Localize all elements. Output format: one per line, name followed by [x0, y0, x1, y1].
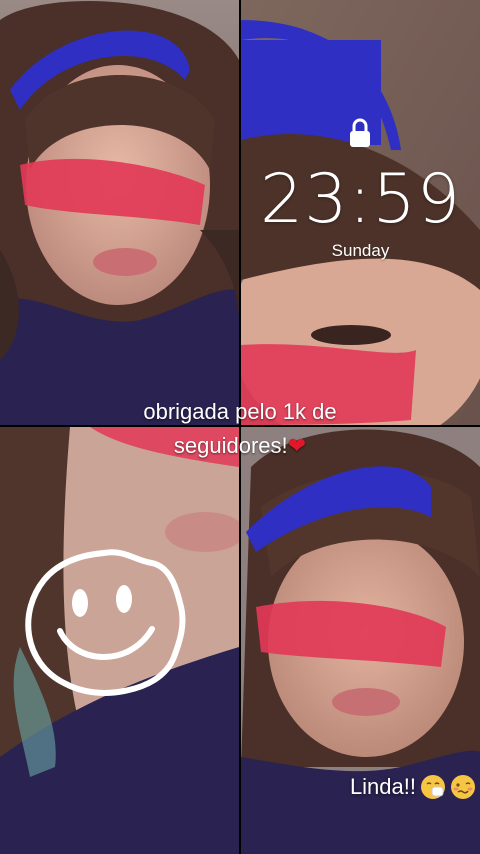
lockscreen-time: 23:59	[260, 160, 461, 239]
comment-text: Linda!!	[349, 774, 416, 799]
woozy-face-icon	[451, 775, 475, 799]
lock-icon	[350, 118, 370, 147]
caption-line-1: obrigada pelo 1k de	[143, 399, 337, 424]
photo-tile-top-left	[0, 0, 239, 425]
caption: obrigada pelo 1k de seguidores!❤	[0, 395, 480, 463]
sneezing-face-icon	[421, 775, 445, 799]
heart-icon: ❤	[287, 433, 307, 458]
caption-line-2-text: seguidores!	[173, 433, 288, 458]
lockscreen-day: Sunday	[331, 241, 390, 260]
caption-line-2: seguidores!❤	[0, 429, 480, 463]
comment: Linda!!	[350, 774, 476, 800]
smiley-face-icon	[25, 549, 186, 696]
